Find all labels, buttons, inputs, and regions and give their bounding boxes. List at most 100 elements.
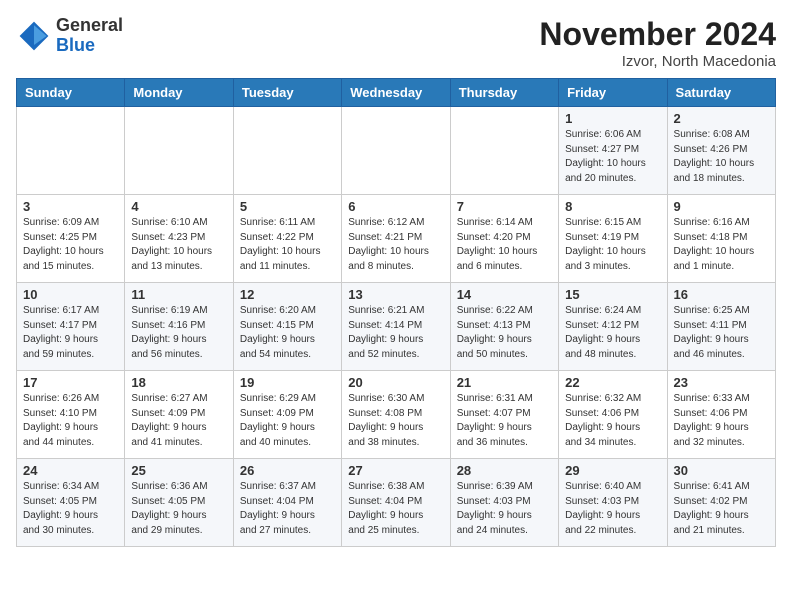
calendar-cell (233, 107, 341, 195)
calendar-cell: 7Sunrise: 6:14 AM Sunset: 4:20 PM Daylig… (450, 195, 558, 283)
day-info: Sunrise: 6:25 AM Sunset: 4:11 PM Dayligh… (674, 304, 769, 362)
day-info: Sunrise: 6:06 AM Sunset: 4:27 PM Dayligh… (565, 128, 660, 186)
calendar-cell: 8 Sunrise: 6:15 AM Sunset: 4:19 PM Daylig… (559, 195, 667, 283)
day-number: 4 (131, 199, 226, 214)
day-number: 15 (565, 287, 660, 302)
week-row-4: 17Sunrise: 6:26 AM Sunset: 4:10 PM Dayli… (17, 371, 776, 459)
day-number: 19 (240, 375, 335, 390)
day-info: Sunrise: 6:27 AM Sunset: 4:09 PM Dayligh… (131, 392, 226, 450)
calendar-cell: 26Sunrise: 6:37 AM Sunset: 4:04 PM Dayli… (233, 459, 341, 547)
day-number: 1 (565, 111, 660, 126)
day-info: Sunrise: 6:36 AM Sunset: 4:05 PM Dayligh… (131, 480, 226, 538)
calendar-cell: 27Sunrise: 6:38 AM Sunset: 4:04 PM Dayli… (342, 459, 450, 547)
day-info: Sunrise: 6:34 AM Sunset: 4:05 PM Dayligh… (23, 480, 118, 538)
calendar-cell: 9 Sunrise: 6:16 AM Sunset: 4:18 PM Daylig… (667, 195, 775, 283)
day-info: Sunrise: 6:11 AM Sunset: 4:22 PM Dayligh… (240, 216, 335, 274)
calendar-cell: 29 Sunrise: 6:40 AM Sunset: 4:03 PM Dayli… (559, 459, 667, 547)
day-number: 20 (348, 375, 443, 390)
day-info: Sunrise: 6:30 AM Sunset: 4:08 PM Dayligh… (348, 392, 443, 450)
day-info: Sunrise: 6:20 AM Sunset: 4:15 PM Dayligh… (240, 304, 335, 362)
day-number: 18 (131, 375, 226, 390)
calendar-cell (450, 107, 558, 195)
day-number: 28 (457, 463, 552, 478)
logo-text: General Blue (56, 16, 123, 56)
day-number: 17 (23, 375, 118, 390)
header-wednesday: Wednesday (342, 79, 450, 107)
calendar-cell: 6 Sunrise: 6:12 AM Sunset: 4:21 PM Daylig… (342, 195, 450, 283)
day-number: 12 (240, 287, 335, 302)
calendar-cell: 28 Sunrise: 6:39 AM Sunset: 4:03 PM Dayli… (450, 459, 558, 547)
day-info: Sunrise: 6:10 AM Sunset: 4:23 PM Dayligh… (131, 216, 226, 274)
header-thursday: Thursday (450, 79, 558, 107)
calendar-cell: 12 Sunrise: 6:20 AM Sunset: 4:15 PM Dayli… (233, 283, 341, 371)
logo: General Blue (16, 16, 123, 56)
day-info: Sunrise: 6:38 AM Sunset: 4:04 PM Dayligh… (348, 480, 443, 538)
calendar-cell: 5Sunrise: 6:11 AM Sunset: 4:22 PM Daylig… (233, 195, 341, 283)
day-info: Sunrise: 6:33 AM Sunset: 4:06 PM Dayligh… (674, 392, 769, 450)
day-number: 8 (565, 199, 660, 214)
day-info: Sunrise: 6:08 AM Sunset: 4:26 PM Dayligh… (674, 128, 769, 186)
day-number: 30 (674, 463, 769, 478)
calendar-cell: 19Sunrise: 6:29 AM Sunset: 4:09 PM Dayli… (233, 371, 341, 459)
day-number: 26 (240, 463, 335, 478)
week-row-5: 24Sunrise: 6:34 AM Sunset: 4:05 PM Dayli… (17, 459, 776, 547)
day-number: 6 (348, 199, 443, 214)
subtitle: Izvor, North Macedonia (539, 53, 776, 70)
day-number: 14 (457, 287, 552, 302)
day-info: Sunrise: 6:09 AM Sunset: 4:25 PM Dayligh… (23, 216, 118, 274)
calendar-cell: 25 Sunrise: 6:36 AM Sunset: 4:05 PM Dayli… (125, 459, 233, 547)
calendar-cell: 30 Sunrise: 6:41 AM Sunset: 4:02 PM Dayli… (667, 459, 775, 547)
logo-blue: Blue (56, 36, 123, 56)
calendar-cell: 18 Sunrise: 6:27 AM Sunset: 4:09 PM Dayli… (125, 371, 233, 459)
day-number: 23 (674, 375, 769, 390)
month-title: November 2024 (539, 16, 776, 53)
calendar-cell: 22Sunrise: 6:32 AM Sunset: 4:06 PM Dayli… (559, 371, 667, 459)
calendar-cell: 20 Sunrise: 6:30 AM Sunset: 4:08 PM Dayli… (342, 371, 450, 459)
day-info: Sunrise: 6:41 AM Sunset: 4:02 PM Dayligh… (674, 480, 769, 538)
calendar-cell: 14 Sunrise: 6:22 AM Sunset: 4:13 PM Dayli… (450, 283, 558, 371)
day-info: Sunrise: 6:17 AM Sunset: 4:17 PM Dayligh… (23, 304, 118, 362)
calendar-cell: 23 Sunrise: 6:33 AM Sunset: 4:06 PM Dayli… (667, 371, 775, 459)
header: General Blue November 2024 Izvor, North … (16, 16, 776, 70)
calendar-cell: 2 Sunrise: 6:08 AM Sunset: 4:26 PM Daylig… (667, 107, 775, 195)
calendar-table: SundayMondayTuesdayWednesdayThursdayFrid… (16, 78, 776, 547)
calendar-cell: 15 Sunrise: 6:24 AM Sunset: 4:12 PM Dayli… (559, 283, 667, 371)
day-number: 21 (457, 375, 552, 390)
day-number: 29 (565, 463, 660, 478)
day-number: 13 (348, 287, 443, 302)
header-sunday: Sunday (17, 79, 125, 107)
header-saturday: Saturday (667, 79, 775, 107)
logo-general: General (56, 16, 123, 36)
calendar-cell: 11Sunrise: 6:19 AM Sunset: 4:16 PM Dayli… (125, 283, 233, 371)
calendar-cell: 24Sunrise: 6:34 AM Sunset: 4:05 PM Dayli… (17, 459, 125, 547)
day-info: Sunrise: 6:31 AM Sunset: 4:07 PM Dayligh… (457, 392, 552, 450)
calendar-cell: 10 Sunrise: 6:17 AM Sunset: 4:17 PM Dayli… (17, 283, 125, 371)
day-number: 2 (674, 111, 769, 126)
day-info: Sunrise: 6:40 AM Sunset: 4:03 PM Dayligh… (565, 480, 660, 538)
day-info: Sunrise: 6:22 AM Sunset: 4:13 PM Dayligh… (457, 304, 552, 362)
calendar-cell: 17Sunrise: 6:26 AM Sunset: 4:10 PM Dayli… (17, 371, 125, 459)
calendar-header: SundayMondayTuesdayWednesdayThursdayFrid… (17, 79, 776, 107)
day-info: Sunrise: 6:16 AM Sunset: 4:18 PM Dayligh… (674, 216, 769, 274)
day-number: 22 (565, 375, 660, 390)
day-number: 9 (674, 199, 769, 214)
day-info: Sunrise: 6:39 AM Sunset: 4:03 PM Dayligh… (457, 480, 552, 538)
day-info: Sunrise: 6:14 AM Sunset: 4:20 PM Dayligh… (457, 216, 552, 274)
logo-icon (16, 18, 52, 54)
week-row-3: 10 Sunrise: 6:17 AM Sunset: 4:17 PM Dayli… (17, 283, 776, 371)
calendar-cell: 3Sunrise: 6:09 AM Sunset: 4:25 PM Daylig… (17, 195, 125, 283)
day-number: 10 (23, 287, 118, 302)
calendar-cell: 16Sunrise: 6:25 AM Sunset: 4:11 PM Dayli… (667, 283, 775, 371)
header-monday: Monday (125, 79, 233, 107)
calendar-cell (17, 107, 125, 195)
day-info: Sunrise: 6:24 AM Sunset: 4:12 PM Dayligh… (565, 304, 660, 362)
day-info: Sunrise: 6:12 AM Sunset: 4:21 PM Dayligh… (348, 216, 443, 274)
header-friday: Friday (559, 79, 667, 107)
day-number: 25 (131, 463, 226, 478)
header-row: SundayMondayTuesdayWednesdayThursdayFrid… (17, 79, 776, 107)
calendar-cell (342, 107, 450, 195)
calendar-cell: 4 Sunrise: 6:10 AM Sunset: 4:23 PM Daylig… (125, 195, 233, 283)
calendar-cell (125, 107, 233, 195)
day-info: Sunrise: 6:15 AM Sunset: 4:19 PM Dayligh… (565, 216, 660, 274)
title-area: November 2024 Izvor, North Macedonia (539, 16, 776, 70)
